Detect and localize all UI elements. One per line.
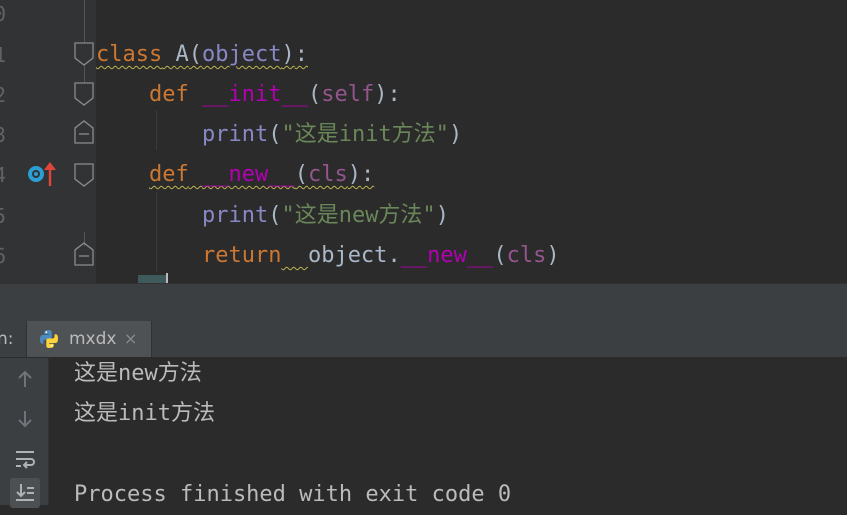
run-tab-bar: n: mxdx × bbox=[0, 321, 847, 358]
paren: ) bbox=[347, 162, 361, 187]
code-line-6[interactable]: return object.__new__(cls) bbox=[96, 236, 560, 276]
fold-marker-icon[interactable] bbox=[74, 120, 94, 144]
fold-guide-line bbox=[84, 66, 85, 82]
line-number: 3 bbox=[0, 123, 7, 147]
line-number: 5 bbox=[0, 204, 7, 228]
fold-marker-icon[interactable] bbox=[74, 42, 94, 66]
fold-marker-icon[interactable] bbox=[74, 242, 94, 266]
builtin-function: print bbox=[201, 122, 269, 147]
param: cls bbox=[506, 243, 547, 268]
paren: ( bbox=[188, 42, 202, 67]
arrow-up-icon[interactable] bbox=[10, 364, 40, 394]
keyword: return bbox=[201, 243, 282, 268]
paren: ( bbox=[268, 203, 282, 228]
keyword: def bbox=[148, 162, 189, 187]
builtin-function: print bbox=[201, 203, 269, 228]
run-panel-label: n: bbox=[0, 329, 14, 349]
paren: ) bbox=[448, 122, 463, 147]
paren: ( bbox=[268, 122, 282, 147]
fold-marker-icon[interactable] bbox=[74, 82, 94, 106]
param: self bbox=[321, 82, 375, 107]
paren: ( bbox=[493, 243, 507, 268]
keyword: class bbox=[96, 42, 163, 67]
console-line: Process finished with exit code 0 bbox=[74, 482, 512, 507]
method-name: __new__ bbox=[400, 243, 494, 268]
paren: ) bbox=[435, 203, 449, 228]
param: cls bbox=[307, 162, 348, 187]
editor-gutter: 0 1 2 3 4 5 6 bbox=[0, 0, 96, 283]
console-line: 这是init方法 bbox=[74, 401, 215, 426]
colon: : bbox=[387, 82, 401, 107]
string-literal: "这是new方法" bbox=[281, 203, 436, 228]
text-caret bbox=[166, 273, 168, 283]
fold-guide-line bbox=[84, 0, 85, 42]
method-name: __new__ bbox=[201, 162, 295, 187]
code-editor[interactable]: 0 1 2 3 4 5 6 class A(object): def __ini… bbox=[0, 0, 847, 283]
colon: : bbox=[294, 42, 308, 67]
paren: ( bbox=[307, 82, 322, 107]
keyword: def bbox=[148, 82, 189, 107]
dot: . bbox=[387, 243, 401, 268]
class-name: A bbox=[175, 42, 189, 67]
close-icon[interactable]: × bbox=[124, 321, 137, 357]
object-ref: object bbox=[307, 243, 388, 268]
editor-scroll-marker bbox=[138, 275, 168, 283]
fold-marker-icon[interactable] bbox=[74, 163, 94, 187]
paren: ( bbox=[294, 162, 308, 187]
paren: ) bbox=[374, 82, 388, 107]
code-line-4[interactable]: def __new__(cls): bbox=[96, 155, 374, 195]
console-line: 这是new方法 bbox=[74, 361, 202, 386]
override-method-icon[interactable] bbox=[26, 160, 56, 188]
method-name: __init__ bbox=[201, 82, 308, 107]
paren: ) bbox=[281, 42, 295, 67]
line-number: 1 bbox=[0, 43, 7, 67]
line-number: 2 bbox=[0, 83, 7, 107]
panel-divider[interactable] bbox=[0, 283, 847, 322]
soft-wrap-icon[interactable] bbox=[10, 444, 40, 474]
string-literal: "这是init方法" bbox=[281, 122, 449, 147]
console-toolbar bbox=[0, 358, 49, 508]
tab-title: mxdx bbox=[69, 329, 117, 349]
scroll-to-end-icon[interactable] bbox=[10, 478, 40, 508]
code-line-1[interactable]: class A(object): bbox=[96, 35, 308, 75]
base-class: object bbox=[201, 42, 282, 67]
line-number: 6 bbox=[0, 244, 7, 268]
run-tab-mxdx[interactable]: mxdx × bbox=[26, 321, 152, 357]
colon: : bbox=[360, 162, 375, 187]
python-icon bbox=[39, 329, 59, 349]
code-line-2[interactable]: def __init__(self): bbox=[96, 75, 401, 115]
line-number: 0 bbox=[0, 2, 7, 26]
code-line-3[interactable]: print("这是init方法") bbox=[96, 115, 462, 155]
line-number: 4 bbox=[0, 163, 7, 187]
code-line-5[interactable]: print("这是new方法") bbox=[96, 196, 449, 236]
paren: ) bbox=[546, 243, 560, 268]
console-output[interactable]: 这是new方法 这是init方法 Process finished with e… bbox=[0, 358, 847, 508]
arrow-down-icon[interactable] bbox=[10, 404, 40, 434]
